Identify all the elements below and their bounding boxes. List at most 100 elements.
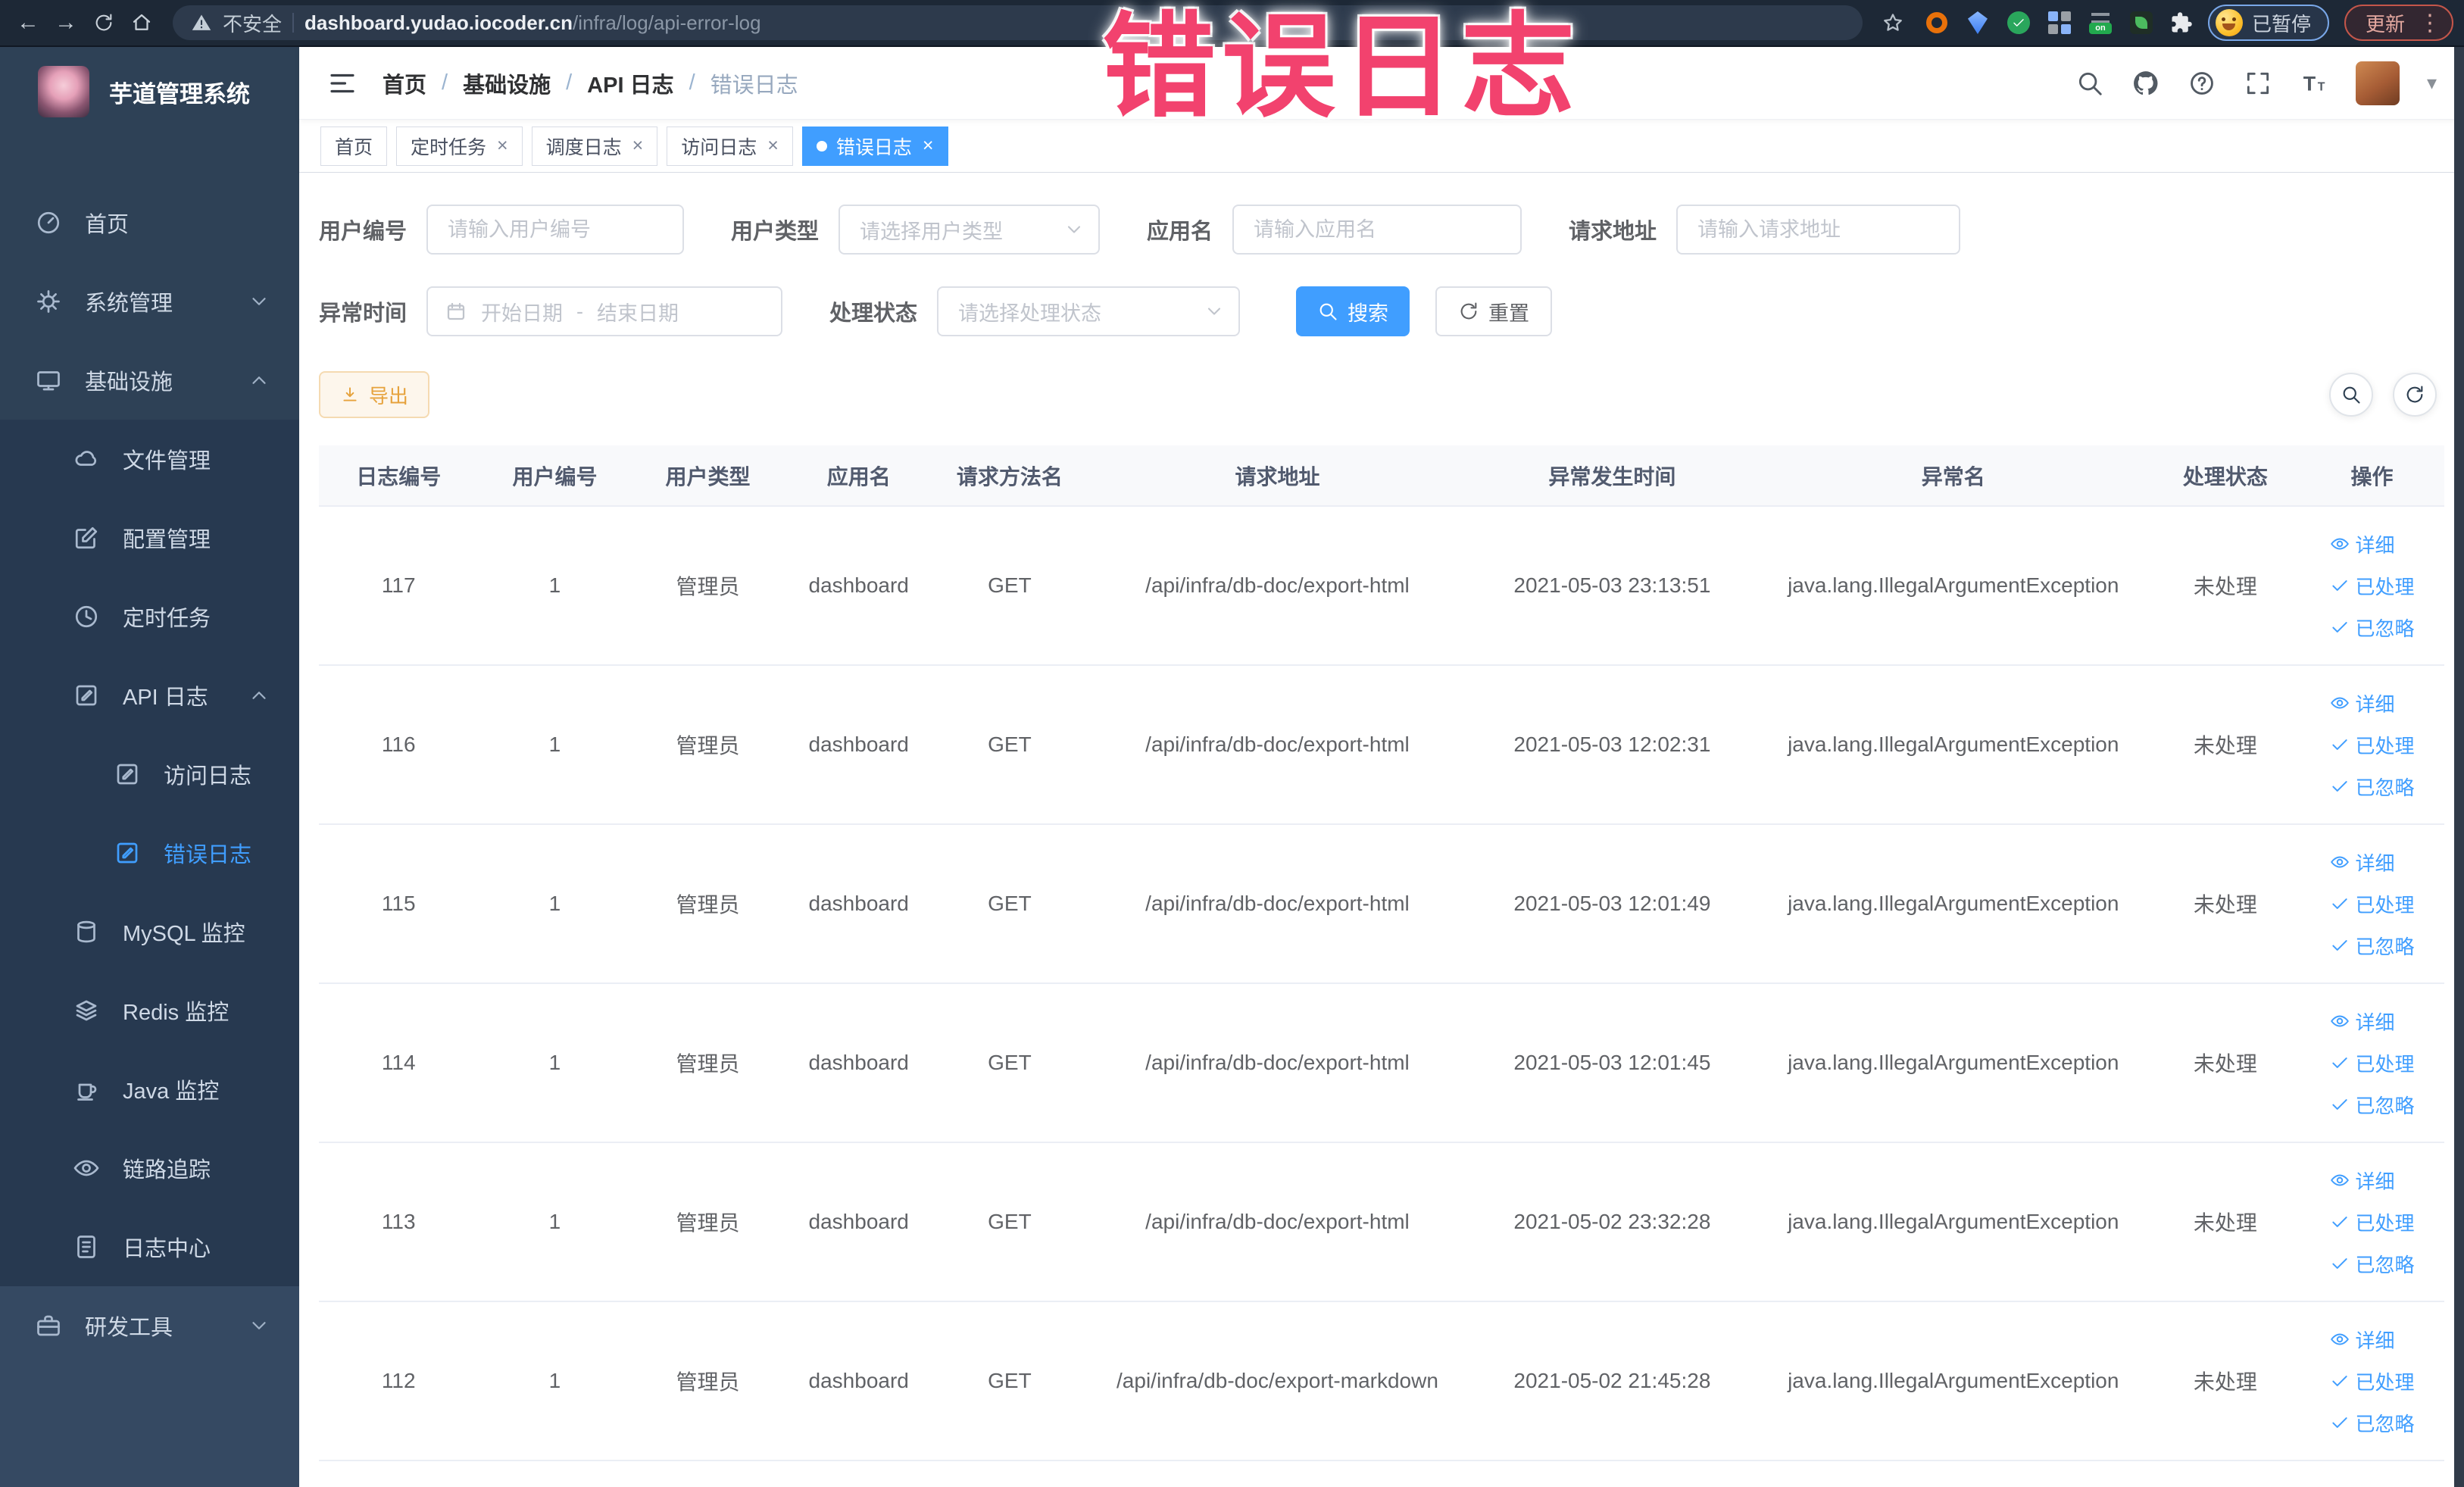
export-button[interactable]: 导出	[319, 371, 430, 418]
paused-badge[interactable]: 已暂停	[2207, 5, 2329, 41]
cell-app: dashboard	[784, 983, 933, 1143]
tab-1[interactable]: 定时任务 ×	[396, 126, 523, 166]
cell-user_id: 1	[478, 983, 632, 1143]
sidebar-item-error-log[interactable]: 错误日志	[0, 814, 299, 892]
breadcrumb-item[interactable]: API 日志	[587, 67, 673, 99]
cell-url: /api/infra/db-doc/export-html	[1085, 824, 1469, 984]
avatar[interactable]	[2355, 61, 2400, 105]
status-select[interactable]: 请选择处理状态	[937, 286, 1241, 336]
sidebar-item-config[interactable]: 配置管理	[0, 498, 299, 577]
action-processed-link[interactable]: 已处理	[2330, 572, 2415, 600]
sidebar-item-trace[interactable]: 链路追踪	[0, 1129, 299, 1207]
check-icon	[2330, 894, 2350, 914]
extension-grid-icon[interactable]	[2047, 11, 2072, 35]
back-button[interactable]: ←	[11, 5, 45, 40]
action-detail-link[interactable]: 详细	[2330, 689, 2395, 717]
filter-select-1[interactable]: 请选择用户类型	[839, 205, 1101, 255]
action-processed-link[interactable]: 已处理	[2330, 1367, 2415, 1395]
filter-input-3[interactable]	[1676, 205, 1961, 255]
check-icon	[2330, 576, 2350, 595]
select-placeholder: 请选择用户类型	[860, 220, 1004, 243]
extension-orange-icon[interactable]	[1925, 11, 1949, 35]
hamburger-icon[interactable]	[326, 67, 358, 99]
extensions-puzzle-icon[interactable]	[2170, 11, 2193, 34]
sidebar-item-home[interactable]: 首页	[0, 183, 299, 262]
tab-2[interactable]: 调度日志 ×	[531, 126, 658, 166]
search-icon	[2341, 384, 2362, 405]
extension-leaf-icon[interactable]	[2129, 11, 2153, 35]
breadcrumb-item[interactable]: 首页	[383, 67, 426, 99]
sidebar-item-api-log[interactable]: API 日志	[0, 656, 299, 735]
search-icon[interactable]	[2075, 69, 2104, 98]
github-icon[interactable]	[2131, 69, 2160, 98]
select-placeholder: 请选择处理状态	[958, 301, 1102, 325]
sidebar-item-redis[interactable]: Redis 监控	[0, 971, 299, 1050]
action-label: 已忽略	[2355, 1253, 2415, 1276]
help-icon[interactable]	[2188, 69, 2216, 98]
action-processed-link[interactable]: 已处理	[2330, 1049, 2415, 1077]
refresh-table-button[interactable]	[2393, 373, 2437, 417]
sidebar-item-java[interactable]: Java 监控	[0, 1050, 299, 1129]
extension-shield-icon[interactable]	[1966, 11, 1990, 35]
sidebar-item-mysql[interactable]: MySQL 监控	[0, 892, 299, 971]
chevron-up-icon	[248, 684, 270, 707]
date-range-picker[interactable]: 开始日期 - 结束日期	[426, 286, 783, 336]
reload-button[interactable]	[86, 5, 121, 40]
tab-3[interactable]: 访问日志 ×	[667, 126, 793, 166]
action-processed-link[interactable]: 已处理	[2330, 1208, 2415, 1236]
bookmark-star-icon[interactable]	[1876, 6, 1910, 39]
action-detail-link[interactable]: 详细	[2330, 1007, 2395, 1036]
tab-4[interactable]: 错误日志 ×	[801, 126, 948, 166]
action-ignored-link[interactable]: 已忽略	[2330, 1250, 2415, 1278]
sidebar-item-log-center[interactable]: 日志中心	[0, 1207, 299, 1286]
sidebar-item-file[interactable]: 文件管理	[0, 420, 299, 498]
extension-green-icon[interactable]	[2006, 11, 2031, 35]
cell-method: GET	[932, 983, 1086, 1143]
action-detail-link[interactable]: 详细	[2330, 848, 2395, 876]
caret-down-icon[interactable]: ▾	[2427, 71, 2437, 95]
action-ignored-link[interactable]: 已忽略	[2330, 932, 2415, 960]
column-header: 应用名	[784, 445, 933, 507]
cloud-icon	[73, 445, 100, 473]
close-icon[interactable]: ×	[497, 135, 508, 157]
sidebar-item-access-log[interactable]: 访问日志	[0, 735, 299, 814]
close-icon[interactable]: ×	[923, 135, 934, 157]
close-icon[interactable]: ×	[632, 135, 644, 157]
cell-user_type: 管理员	[631, 1301, 785, 1461]
filter-input-0[interactable]	[426, 205, 685, 255]
close-icon[interactable]: ×	[767, 135, 779, 157]
action-detail-link[interactable]: 详细	[2330, 1326, 2395, 1354]
action-ignored-link[interactable]: 已忽略	[2330, 1091, 2415, 1119]
sidebar-item-job[interactable]: 定时任务	[0, 577, 299, 656]
fullscreen-icon[interactable]	[2244, 69, 2272, 98]
action-ignored-link[interactable]: 已忽略	[2330, 614, 2415, 642]
action-ignored-link[interactable]: 已忽略	[2330, 1409, 2415, 1437]
toggle-search-button[interactable]	[2329, 373, 2373, 417]
kebab-menu-icon[interactable]: ⋮	[2419, 10, 2441, 36]
reset-button[interactable]: 重置	[1435, 286, 1553, 336]
sidebar-item-system[interactable]: 系统管理	[0, 262, 299, 341]
update-button[interactable]: 更新 ⋮	[2344, 5, 2453, 41]
security-label[interactable]: 不安全	[223, 9, 282, 37]
sidebar-item-infra[interactable]: 基础设施	[0, 341, 299, 420]
search-button[interactable]: 搜索	[1296, 286, 1410, 336]
extension-on-badge-icon[interactable]: on	[2088, 11, 2113, 35]
breadcrumb-item[interactable]: 基础设施	[463, 67, 551, 99]
sidebar: 芋道管理系统 首页 系统管理 基础设施 文件管理 配置管理 定时任务 API 日志 访问日志错…	[0, 47, 299, 1487]
action-ignored-link[interactable]: 已忽略	[2330, 773, 2415, 801]
action-processed-link[interactable]: 已处理	[2330, 890, 2415, 918]
filter-input-2[interactable]	[1232, 205, 1522, 255]
home-button[interactable]	[124, 5, 159, 40]
log-icon	[73, 682, 100, 709]
action-detail-link[interactable]: 详细	[2330, 1167, 2395, 1195]
font-size-icon[interactable]: TT	[2300, 69, 2328, 98]
address-bar[interactable]: 不安全 dashboard.yudao.iocoder.cn/infra/log…	[173, 5, 1863, 40]
action-label: 详细	[2355, 1329, 2395, 1352]
sidebar-item-dev-tools[interactable]: 研发工具	[0, 1286, 299, 1365]
action-processed-link[interactable]: 已处理	[2330, 731, 2415, 759]
forward-button[interactable]: →	[48, 5, 83, 40]
tab-0[interactable]: 首页	[320, 126, 388, 166]
logo[interactable]: 芋道管理系统	[0, 47, 299, 136]
scrollbar[interactable]	[2454, 47, 2464, 1487]
action-detail-link[interactable]: 详细	[2330, 530, 2395, 558]
